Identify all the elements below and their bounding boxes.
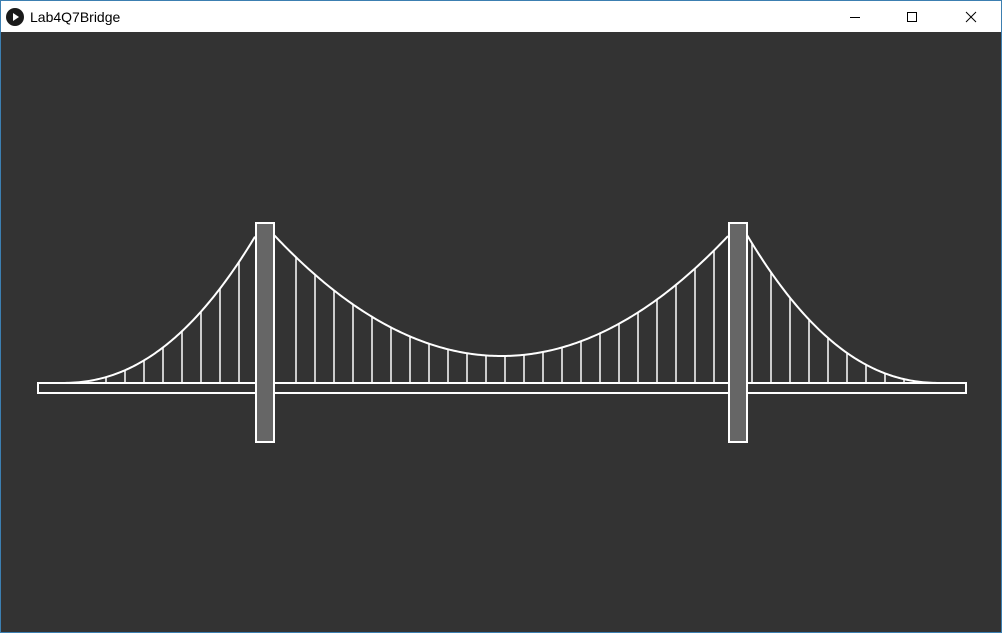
maximize-icon (907, 11, 917, 22)
close-button[interactable] (942, 1, 1000, 32)
bridge-tower-2 (728, 222, 748, 443)
processing-play-icon (6, 8, 24, 26)
maximize-button[interactable] (883, 1, 941, 32)
minimize-icon (850, 16, 860, 18)
app-window: Lab4Q7Bridge (0, 0, 1002, 633)
title-bar[interactable]: Lab4Q7Bridge (1, 1, 1001, 32)
main-cable-center (273, 234, 729, 358)
minimize-button[interactable] (826, 1, 884, 32)
bridge-deck (37, 382, 967, 394)
sketch-canvas[interactable] (1, 32, 1001, 632)
close-icon (965, 11, 977, 22)
bridge-drawing (1, 32, 1001, 632)
bridge-tower-1 (255, 222, 275, 443)
main-cable-right (746, 234, 942, 384)
main-cable-left (60, 236, 256, 384)
window-title: Lab4Q7Bridge (30, 9, 121, 25)
